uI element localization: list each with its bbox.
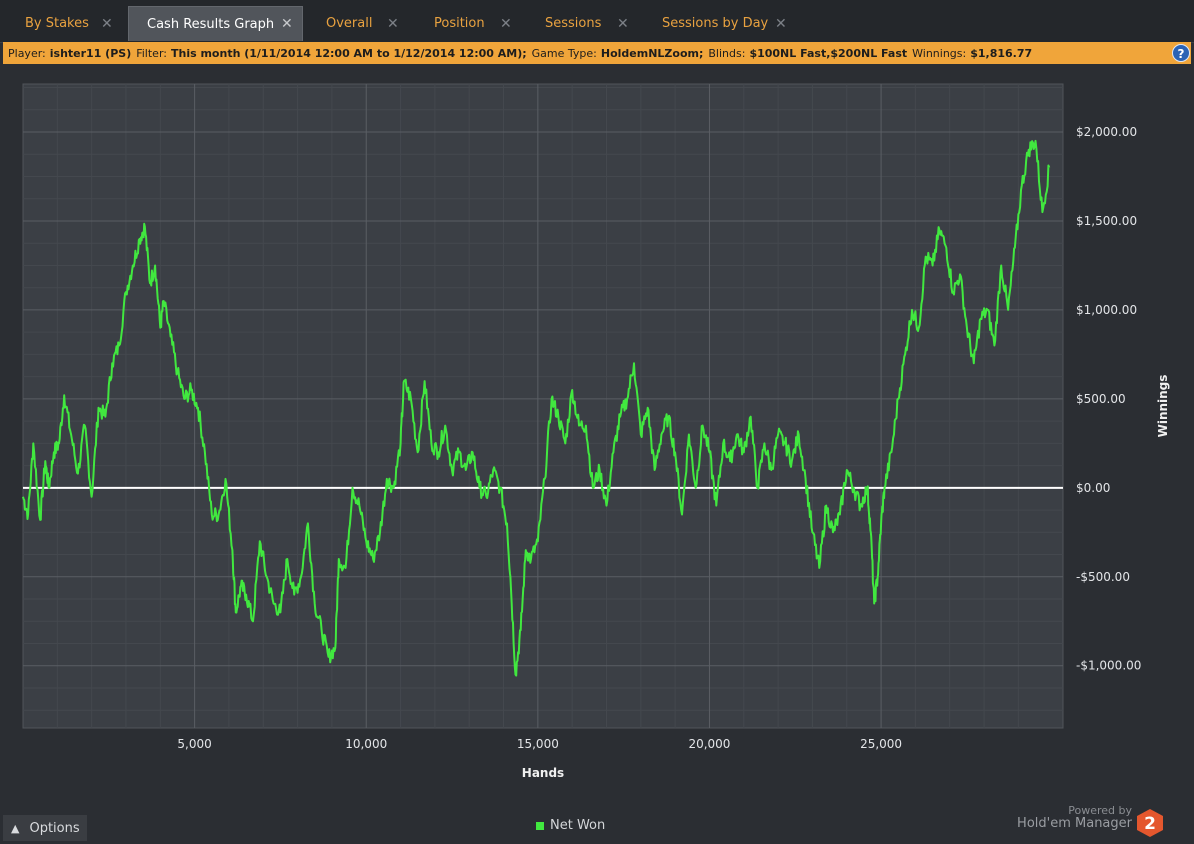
x-tick-label: 10,000 xyxy=(345,737,387,751)
x-axis-label: Hands xyxy=(522,766,564,780)
help-icon[interactable]: ? xyxy=(1172,44,1190,62)
close-icon[interactable]: ✕ xyxy=(281,16,293,32)
blinds-value: $100NL Fast,$200NL Fast xyxy=(749,46,908,60)
results-chart: 5,000 10,000 15,000 20,000 25,000 $2,000.00 $1… xyxy=(22,83,1170,780)
legend: Net Won xyxy=(536,818,605,833)
x-tick-label: 20,000 xyxy=(688,737,730,751)
tab-bar: By Stakes ✕ Cash Results Graph ✕ Overall… xyxy=(0,0,1194,43)
tab-label: Sessions xyxy=(545,16,602,31)
tab-cash-results-graph[interactable]: Cash Results Graph ✕ xyxy=(128,6,303,41)
tab-label: Cash Results Graph xyxy=(147,16,275,32)
tab-by-stakes[interactable]: By Stakes ✕ xyxy=(0,6,124,41)
blinds-label: Blinds: xyxy=(708,46,746,60)
brand-name: Hold'em Manager xyxy=(1017,816,1132,831)
game-type-label: Game Type: xyxy=(531,46,597,60)
y-tick-label: $500.00 xyxy=(1076,392,1126,406)
logo-badge-text: 2 xyxy=(1144,814,1156,834)
y-tick-label: -$1,000.00 xyxy=(1076,659,1141,673)
player-label: Player: xyxy=(8,46,46,60)
tab-label: Position xyxy=(434,16,485,31)
tab-label: By Stakes xyxy=(25,16,89,31)
close-icon[interactable]: ✕ xyxy=(617,16,629,32)
game-type-value: HoldemNLZoom; xyxy=(600,46,704,60)
tab-label: Sessions by Day xyxy=(662,16,769,31)
y-tick-label: $2,000.00 xyxy=(1076,125,1137,139)
y-axis-label: Winnings xyxy=(1156,375,1170,438)
tab-sessions-by-day[interactable]: Sessions by Day ✕ xyxy=(639,6,799,41)
close-icon[interactable]: ✕ xyxy=(101,16,113,32)
x-tick-label: 15,000 xyxy=(517,737,559,751)
y-tick-label: $1,500.00 xyxy=(1076,214,1137,228)
tab-label: Overall xyxy=(326,16,373,31)
winnings-label: Winnings: xyxy=(912,46,967,60)
filter-bar: Player: ishter11 (PS) Filter: This month… xyxy=(3,42,1191,64)
x-tick-label: 25,000 xyxy=(860,737,902,751)
tab-overall[interactable]: Overall ✕ xyxy=(303,6,407,41)
y-tick-label: $1,000.00 xyxy=(1076,303,1137,317)
tab-position[interactable]: Position ✕ xyxy=(407,6,517,41)
y-tick-label: $0.00 xyxy=(1076,481,1110,495)
tab-sessions[interactable]: Sessions ✕ xyxy=(517,6,639,41)
legend-swatch xyxy=(536,821,544,830)
y-tick-label: -$500.00 xyxy=(1076,570,1130,584)
hm2-logo-icon: 2 xyxy=(1137,809,1163,837)
x-tick-label: 5,000 xyxy=(177,737,211,751)
close-icon[interactable]: ✕ xyxy=(500,16,512,32)
winnings-value: $1,816.77 xyxy=(970,46,1033,60)
chevron-up-icon: ▲ xyxy=(11,821,20,835)
legend-label: Net Won xyxy=(550,818,606,833)
options-label: Options xyxy=(29,820,80,836)
options-button[interactable]: ▲ Options xyxy=(3,815,87,841)
plot-area xyxy=(22,83,1064,729)
close-icon[interactable]: ✕ xyxy=(775,16,787,32)
filter-value: This month (1/11/2014 12:00 AM to 1/12/2… xyxy=(170,46,527,60)
filter-label: Filter: xyxy=(136,46,167,60)
player-value: ishter11 (PS) xyxy=(49,46,132,60)
close-icon[interactable]: ✕ xyxy=(387,16,399,32)
